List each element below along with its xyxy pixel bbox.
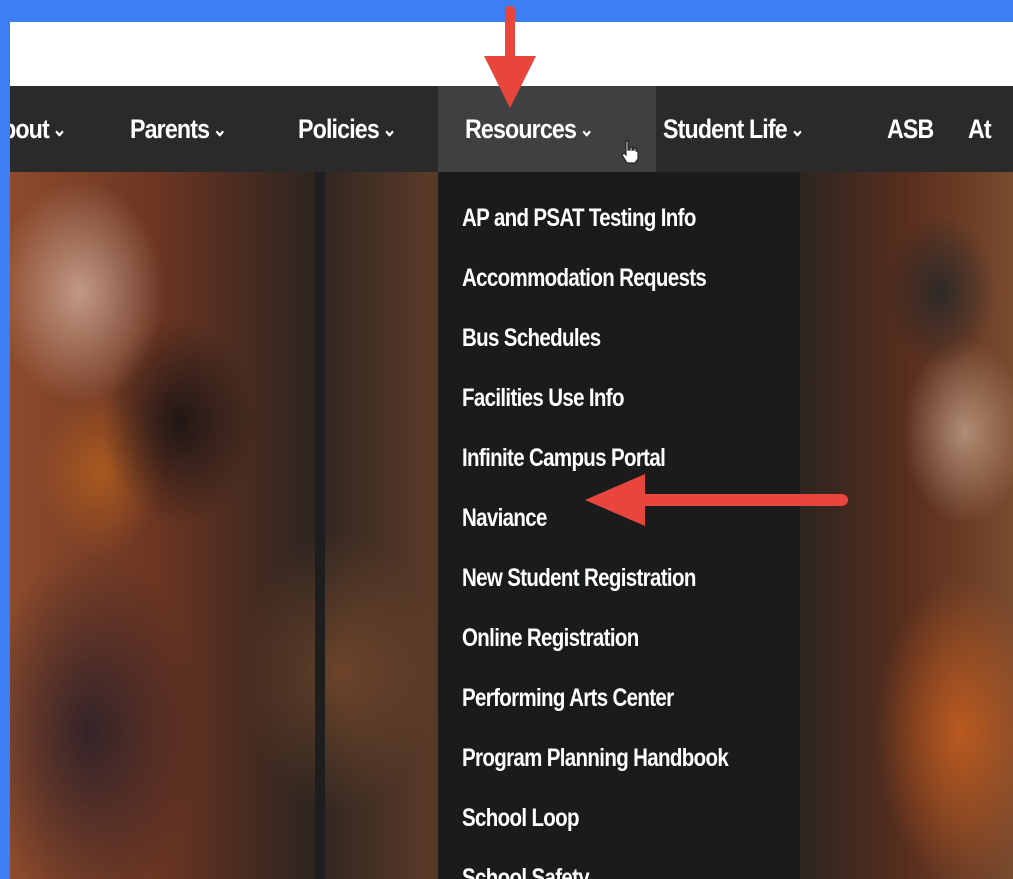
nav-item-label: ASB xyxy=(887,114,934,144)
dropdown-item-ap-psat[interactable]: AP and PSAT Testing Info xyxy=(462,204,696,233)
dropdown-item-program-planning[interactable]: Program Planning Handbook xyxy=(462,744,729,773)
chevron-down-icon: ⌄ xyxy=(790,119,804,141)
dropdown-item-school-loop[interactable]: School Loop xyxy=(462,804,580,833)
nav-item-parents[interactable]: Parents ⌄ xyxy=(130,86,227,172)
nav-item-label: Student Life xyxy=(663,114,788,144)
chevron-down-icon: ⌄ xyxy=(579,119,594,141)
dropdown-item-new-student-registration[interactable]: New Student Registration xyxy=(462,564,696,593)
chevron-down-icon: ⌄ xyxy=(52,119,66,141)
nav-item-about[interactable]: bout⌄ xyxy=(10,86,67,172)
dropdown-item-naviance[interactable]: Naviance xyxy=(462,504,547,533)
nav-item-student-life[interactable]: Student Life ⌄ xyxy=(663,86,805,172)
dropdown-item-online-registration[interactable]: Online Registration xyxy=(462,624,639,653)
music-stand-silhouette xyxy=(315,172,325,879)
dropdown-item-facilities[interactable]: Facilities Use Info xyxy=(462,384,625,413)
nav-item-label: At xyxy=(968,114,992,144)
chevron-down-icon: ⌄ xyxy=(382,119,396,141)
dropdown-item-performing-arts[interactable]: Performing Arts Center xyxy=(462,684,674,713)
dropdown-item-infinite-campus[interactable]: Infinite Campus Portal xyxy=(462,444,666,473)
nav-item-label: Resources xyxy=(465,114,577,144)
nav-item-policies[interactable]: Policies ⌄ xyxy=(298,86,397,172)
nav-item-athletics[interactable]: At xyxy=(968,86,992,172)
chevron-down-icon: ⌄ xyxy=(212,119,227,141)
browser-viewport: bout⌄ Parents⌄ Policies⌄ Resources⌄ Stud… xyxy=(10,22,1013,879)
arrow-left-annotation-icon xyxy=(585,474,848,526)
dropdown-item-bus-schedules[interactable]: Bus Schedules xyxy=(462,324,601,353)
dropdown-item-accommodation[interactable]: Accommodation Requests xyxy=(462,264,707,293)
hand-cursor-icon xyxy=(621,140,639,164)
arrow-down-annotation-icon xyxy=(484,6,536,108)
nav-item-label: Parents xyxy=(130,114,210,144)
dropdown-item-school-safety[interactable]: School Safety xyxy=(462,864,590,879)
nav-item-label: bout xyxy=(10,114,50,144)
nav-item-label: Policies xyxy=(298,114,380,144)
nav-item-asb[interactable]: ASB xyxy=(887,86,934,172)
